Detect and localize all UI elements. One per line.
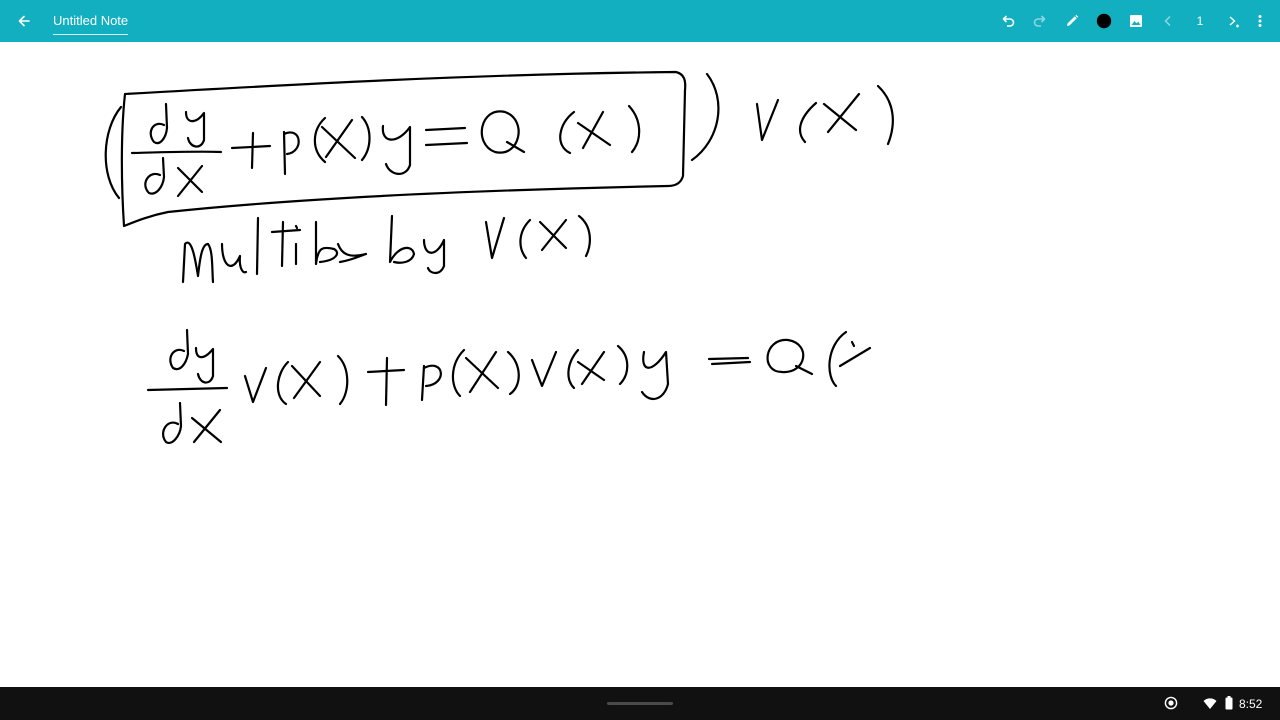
insert-image-button[interactable] — [1122, 7, 1150, 35]
color-picker-button[interactable] — [1090, 7, 1118, 35]
back-button[interactable] — [10, 7, 38, 35]
color-swatch-icon — [1096, 13, 1112, 29]
undo-button[interactable] — [994, 7, 1022, 35]
next-page-icon — [1229, 16, 1239, 28]
home-gesture-handle[interactable] — [607, 702, 673, 705]
redo-icon — [1033, 15, 1046, 27]
battery-icon — [1225, 696, 1233, 710]
note-title[interactable]: Untitled Note — [53, 13, 129, 35]
next-page-button[interactable] — [1220, 7, 1248, 35]
clock: 8:52 — [1239, 697, 1263, 711]
more-options-button[interactable] — [1246, 7, 1274, 35]
pen-tool-button[interactable] — [1058, 7, 1086, 35]
drawing-canvas[interactable] — [0, 42, 1280, 687]
undo-icon — [1002, 15, 1015, 27]
back-arrow-icon — [18, 15, 30, 27]
wifi-icon — [1203, 698, 1217, 709]
more-vert-icon — [1258, 15, 1262, 27]
image-icon — [1130, 15, 1142, 27]
previous-page-button[interactable] — [1154, 7, 1182, 35]
pen-icon — [1067, 14, 1079, 26]
previous-page-icon — [1164, 15, 1171, 27]
handwriting-ink — [104, 70, 894, 444]
page-number: 1 — [1196, 14, 1204, 28]
redo-button[interactable] — [1026, 7, 1054, 35]
screen-record-icon[interactable] — [1164, 696, 1178, 710]
system-navigation-bar: 8:52 — [0, 687, 1280, 720]
app-toolbar: Untitled Note 1 — [0, 0, 1280, 42]
